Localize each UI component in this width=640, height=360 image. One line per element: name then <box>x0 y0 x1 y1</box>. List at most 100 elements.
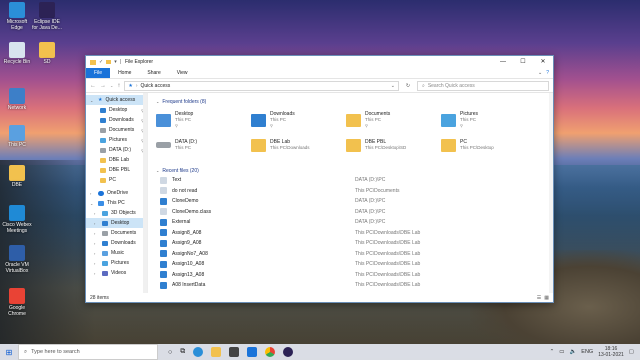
nav-item[interactable]: › Music <box>86 248 147 258</box>
tab-view[interactable]: View <box>169 68 196 78</box>
forward-arrow-icon[interactable]: → <box>100 83 106 89</box>
nav-item[interactable]: PC <box>86 175 147 185</box>
search-input[interactable]: ⌕ Search Quick access <box>417 80 549 91</box>
nav-item[interactable]: › Videos <box>86 268 147 278</box>
nav-item[interactable]: Desktop⚲ <box>86 105 147 115</box>
chevron-right-icon[interactable]: › <box>94 211 99 216</box>
desktop-icon[interactable]: Oracle VM VirtualBox <box>2 245 32 274</box>
nav-item[interactable]: DBE Lab <box>86 155 147 165</box>
new-folder-icon[interactable] <box>106 60 112 64</box>
folder-tile[interactable]: DBE PBL This PC\Desktop\SD <box>346 134 441 156</box>
close-button[interactable]: ✕ <box>533 56 553 68</box>
folder-tile[interactable]: Downloads This PC ⚲ <box>251 109 346 131</box>
nav-quick-access[interactable]: ⌄ ★ Quick access <box>86 95 147 105</box>
desktop-icon[interactable]: Network <box>2 88 32 111</box>
store-icon[interactable] <box>229 347 240 357</box>
notifications-icon[interactable]: ▢ <box>629 349 634 355</box>
recent-file-row[interactable]: A08 InsertData This PC\Downloads\DBE Lab <box>156 280 545 291</box>
nav-item[interactable]: › Documents <box>86 228 147 238</box>
nav-onedrive[interactable]: › OneDrive <box>86 188 147 198</box>
nav-item[interactable]: Pictures⚲ <box>86 135 147 145</box>
content-scrollbar[interactable] <box>549 93 553 293</box>
desktop-icon[interactable]: Google Chrome <box>2 288 32 317</box>
details-view-icon[interactable]: ☰ <box>537 295 541 301</box>
folder-tile[interactable]: Desktop This PC ⚲ <box>156 109 251 131</box>
desktop-icon[interactable]: DBE <box>2 165 32 188</box>
recent-file-row[interactable]: External DATA (D:)\PC <box>156 217 545 228</box>
chevron-down-icon[interactable]: ⌄ <box>90 98 95 103</box>
recent-file-row[interactable]: Assign13_A08 This PC\Downloads\DBE Lab <box>156 270 545 281</box>
customize-toolbar-icon[interactable]: ▾ <box>114 59 117 65</box>
recent-file-row[interactable]: AssignNo7_A08 This PC\Downloads\DBE Lab <box>156 249 545 260</box>
tab-home[interactable]: Home <box>110 68 139 78</box>
taskbar-search-input[interactable]: ⌕ Type here to search <box>18 344 158 360</box>
folder-tile[interactable]: DATA (D:) This PC <box>156 134 251 156</box>
back-arrow-icon[interactable]: ← <box>90 83 96 89</box>
windows-start-icon[interactable]: ⊞ <box>0 348 18 357</box>
chevron-up-icon[interactable]: ⌃ <box>550 349 555 355</box>
properties-icon[interactable]: ✓ <box>99 59 103 65</box>
chevron-right-icon[interactable]: › <box>94 241 99 246</box>
folder-tile[interactable]: PC This PC\Desktop <box>441 134 536 156</box>
desktop-icon[interactable]: Eclipse IDE for Java De... <box>32 2 62 31</box>
recent-file-row[interactable]: do not read This PC\Documents <box>156 186 545 197</box>
network-icon[interactable]: ▭ <box>559 349 564 355</box>
recent-file-row[interactable]: Assign9_A08 This PC\Downloads\DBE Lab <box>156 238 545 249</box>
nav-item[interactable]: Downloads⚲ <box>86 115 147 125</box>
desktop-icon[interactable]: Microsoft Edge <box>2 2 32 31</box>
folder-tile[interactable]: Documents This PC ⚲ <box>346 109 441 131</box>
chrome-icon[interactable] <box>265 347 276 357</box>
volume-icon[interactable]: 🔈 <box>569 349 576 355</box>
large-icons-view-icon[interactable]: ▦ <box>544 295 549 301</box>
eclipse-icon[interactable] <box>283 347 294 357</box>
chevron-right-icon[interactable]: › <box>94 271 99 276</box>
chevron-down-icon[interactable]: ⌄ <box>538 70 542 76</box>
chevron-down-icon[interactable]: ⌄ <box>156 168 159 173</box>
nav-item[interactable]: › 3D Objects <box>86 208 147 218</box>
file-explorer-icon[interactable] <box>211 347 222 357</box>
frequent-folders-header[interactable]: ⌄ Frequent folders (8) <box>156 97 545 106</box>
task-view-icon[interactable]: ⧉ <box>180 348 185 356</box>
address-dropdown-icon[interactable]: ⌄ <box>388 83 398 89</box>
nav-item[interactable]: DBE PBL <box>86 165 147 175</box>
nav-scrollbar[interactable] <box>143 93 147 293</box>
chevron-down-icon[interactable]: ⌄ <box>90 201 95 206</box>
chevron-right-icon[interactable]: › <box>94 261 99 266</box>
edge-icon[interactable] <box>193 347 204 357</box>
nav-item[interactable]: › Downloads <box>86 238 147 248</box>
chevron-right-icon[interactable]: › <box>94 251 99 256</box>
recent-files-header[interactable]: ⌄ Recent files (20) <box>156 166 545 175</box>
nav-this-pc[interactable]: ⌄ This PC <box>86 198 147 208</box>
chevron-right-icon[interactable]: › <box>94 231 99 236</box>
nav-item[interactable]: › Desktop <box>86 218 147 228</box>
chevron-right-icon[interactable]: › <box>90 191 95 196</box>
desktop-icon[interactable]: This PC <box>2 125 32 148</box>
desktop-icon[interactable]: SD <box>32 42 62 65</box>
language-indicator[interactable]: ENG <box>581 349 593 355</box>
recent-file-row[interactable]: CloneDemo.class DATA (D:)\PC <box>156 207 545 218</box>
recent-file-row[interactable]: Text DATA (D:)\PC <box>156 175 545 186</box>
recent-file-row[interactable]: Assign10_A08 This PC\Downloads\DBE Lab <box>156 259 545 270</box>
address-bar[interactable]: ★ › Quick access ⌄ <box>124 80 399 91</box>
minimize-button[interactable]: — <box>493 56 513 68</box>
nav-item[interactable]: › Pictures <box>86 258 147 268</box>
cortana-icon[interactable]: ○ <box>168 349 172 356</box>
mail-icon[interactable] <box>247 347 258 357</box>
tab-file[interactable]: File <box>86 68 111 78</box>
refresh-icon[interactable]: ↻ <box>403 83 413 89</box>
chevron-down-icon[interactable]: ⌄ <box>156 99 159 104</box>
desktop-icon[interactable]: Recycle Bin <box>2 42 32 65</box>
nav-item[interactable]: Documents⚲ <box>86 125 147 135</box>
nav-item[interactable]: DATA (D:)⚲ <box>86 145 147 155</box>
breadcrumb[interactable]: Quick access <box>141 83 171 89</box>
chevron-right-icon[interactable]: › <box>94 221 99 226</box>
help-icon[interactable]: ? <box>546 70 549 76</box>
desktop-icon[interactable]: Cisco Webex Meetings <box>2 205 32 234</box>
recent-locations-icon[interactable]: ⌄ <box>110 83 113 88</box>
recent-file-row[interactable]: Assign8_A08 This PC\Downloads\DBE Lab <box>156 228 545 239</box>
tab-share[interactable]: Share <box>139 68 168 78</box>
folder-tile[interactable]: DBE Lab This PC\Downloads <box>251 134 346 156</box>
up-arrow-icon[interactable]: ↑ <box>117 83 120 89</box>
clock[interactable]: 18:16 13-01-2021 <box>598 346 624 358</box>
recent-file-row[interactable]: CloneDemo DATA (D:)\PC <box>156 196 545 207</box>
